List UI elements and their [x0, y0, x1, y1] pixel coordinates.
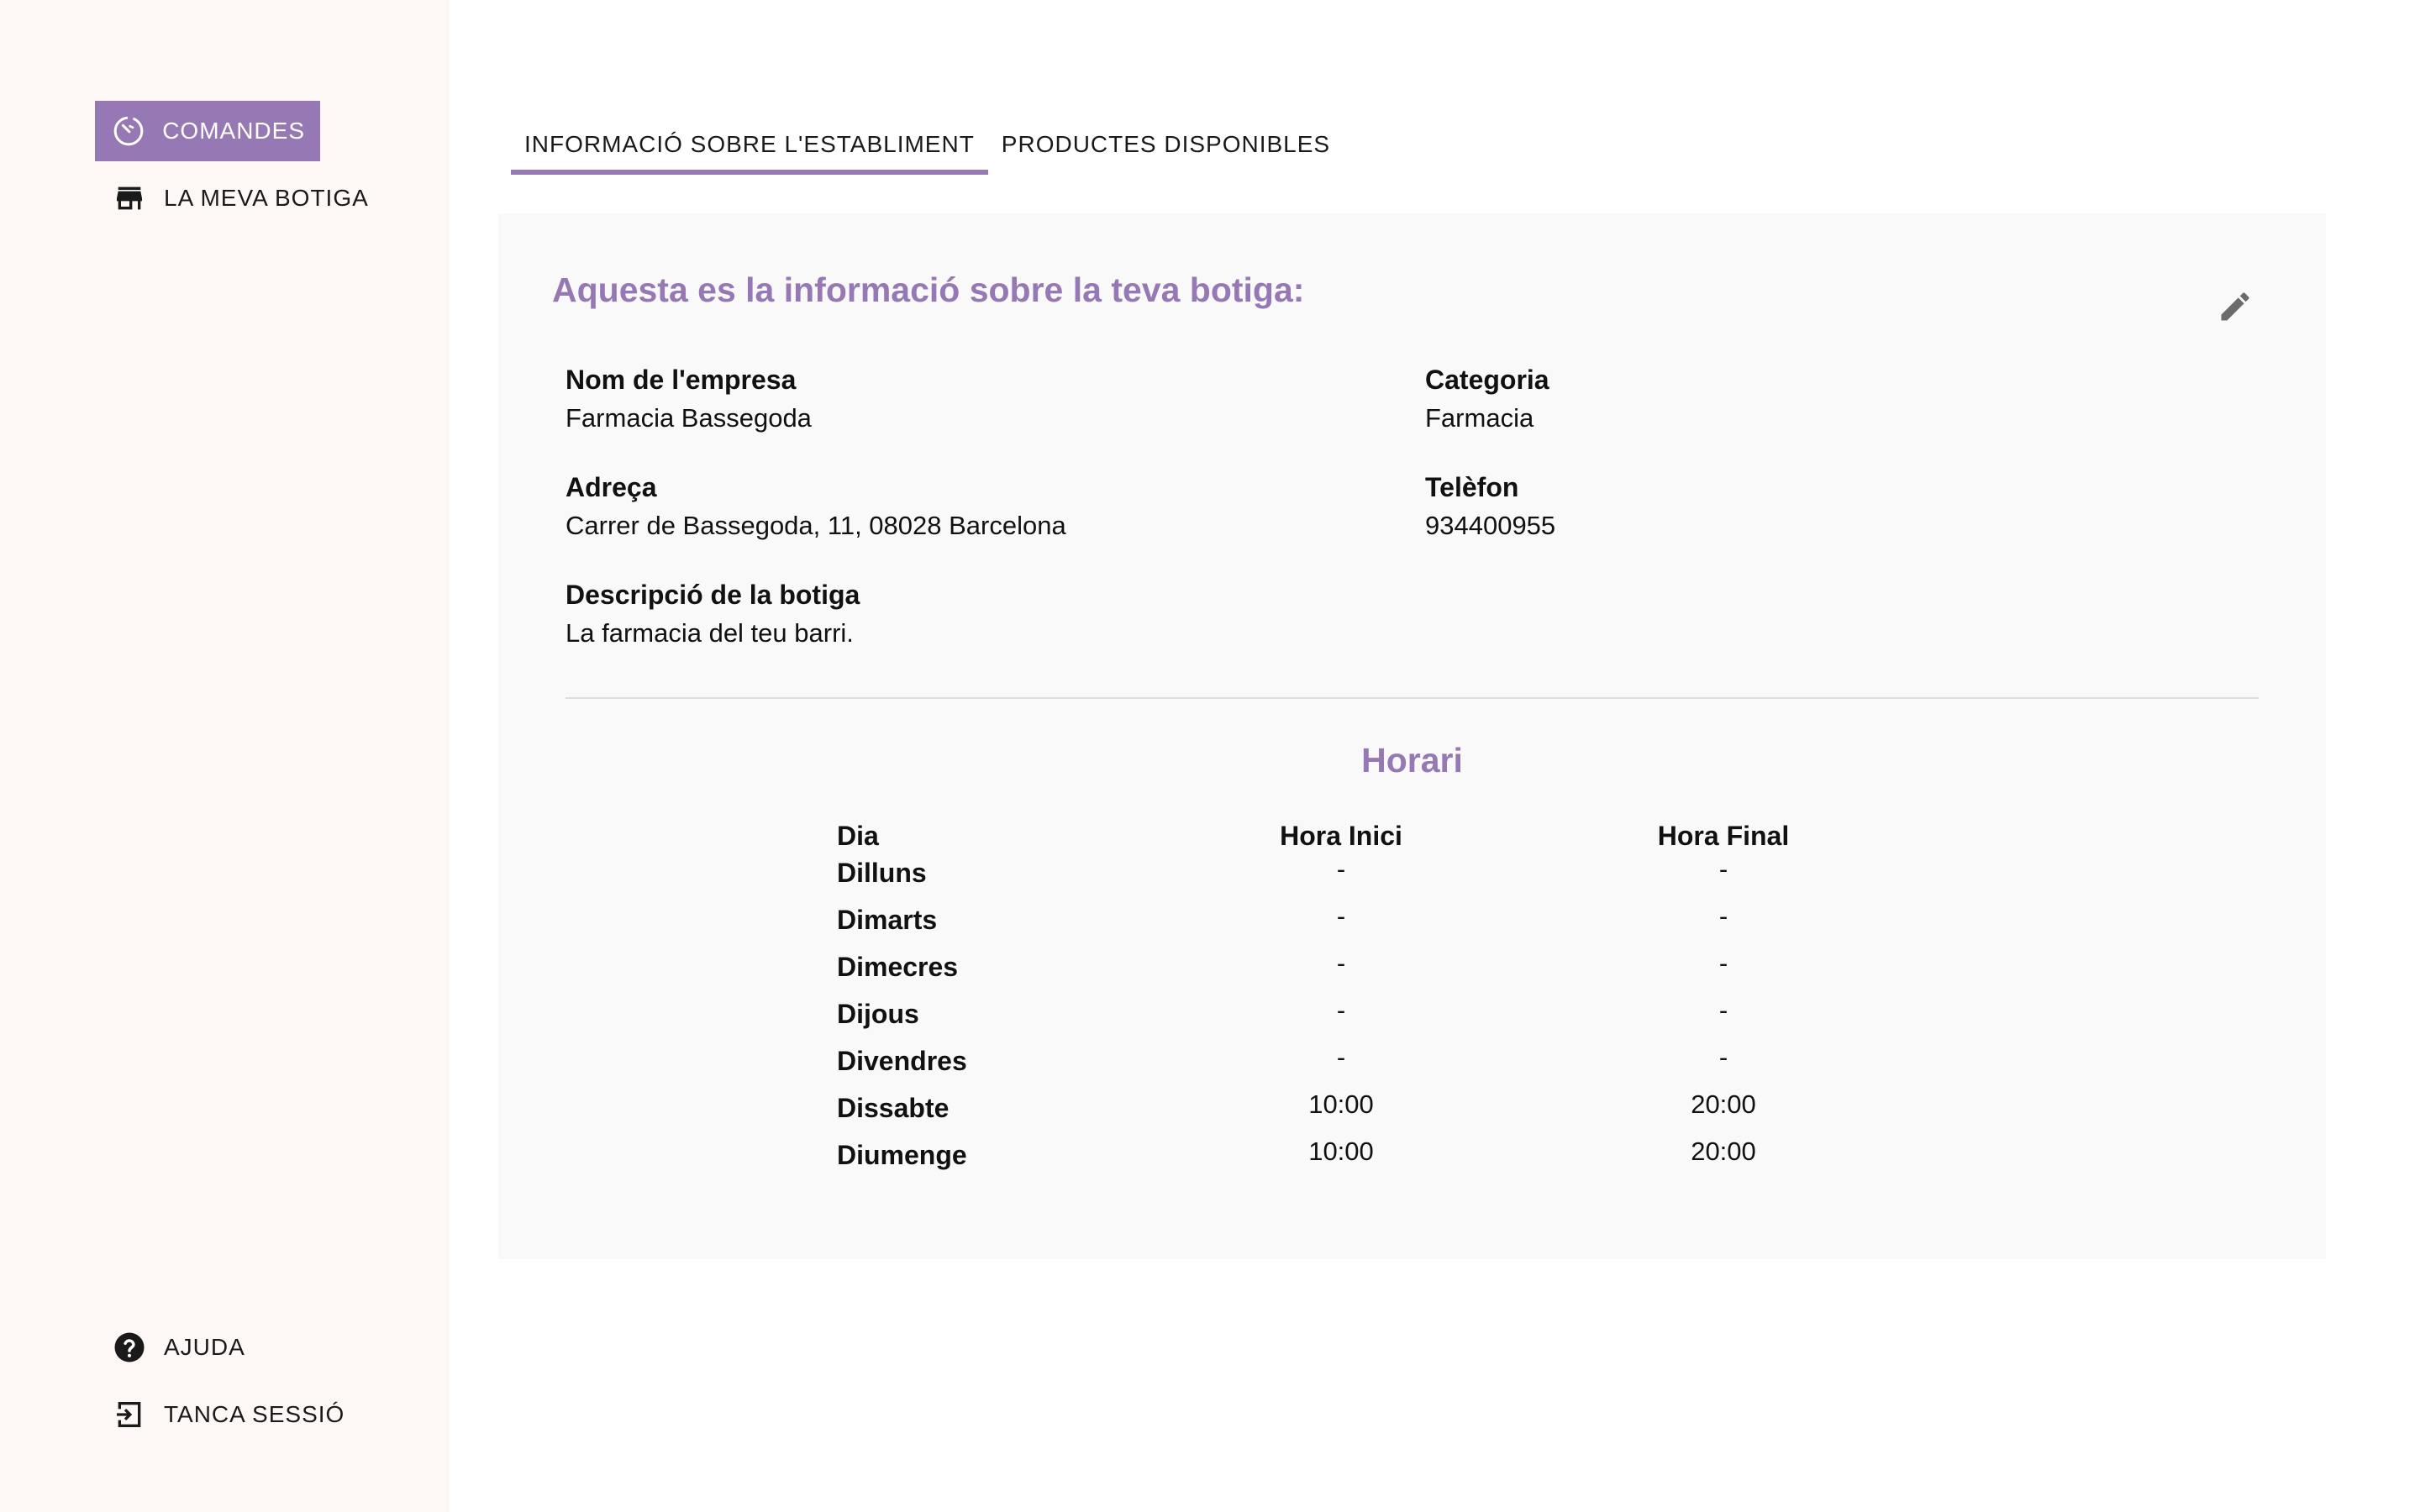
divider	[566, 697, 2259, 699]
day-name: Dissabte	[837, 1093, 950, 1123]
end-time: 20:00	[1691, 1089, 1756, 1119]
field-categoria: Categoria Farmacia	[1425, 361, 1549, 438]
day-name: Diumenge	[837, 1140, 967, 1170]
sidebar-item-ajuda[interactable]: AJUDA	[95, 1317, 260, 1378]
sidebar-item-label: AJUDA	[164, 1334, 245, 1360]
day-name: Dimecres	[837, 952, 959, 982]
end-time: -	[1718, 995, 1728, 1025]
schedule-row: Dissabte 10:00 20:00	[837, 1089, 2013, 1127]
field-value: Carrer de Bassegoda, 11, 08028 Barcelona	[566, 511, 1066, 540]
sidebar-item-tanca-sessio[interactable]: TANCA SESSIÓ	[95, 1384, 360, 1445]
field-telefon: Telèfon 934400955	[1425, 469, 1555, 546]
field-label: Nom de l'empresa	[566, 365, 797, 395]
schedule-row: Dimarts - -	[837, 900, 2013, 939]
help-icon	[112, 1330, 147, 1365]
schedule-title: Horari	[1361, 741, 1463, 780]
end-time: 20:00	[1691, 1137, 1756, 1166]
app-root: COMANDES LA MEVA BOTIGA AJUDA TANCA SESS…	[0, 0, 2420, 1512]
end-time: -	[1718, 948, 1728, 978]
end-time: -	[1718, 901, 1728, 931]
column-header-dia: Dia	[837, 821, 879, 851]
day-name: Dimarts	[837, 905, 938, 935]
tab-label: PRODUCTES DISPONIBLES	[1001, 131, 1331, 157]
end-time: -	[1718, 854, 1728, 884]
start-time: -	[1336, 901, 1346, 931]
start-time: -	[1336, 995, 1346, 1025]
schedule-row: Dijous - -	[837, 995, 2013, 1033]
sidebar-item-label: LA MEVA BOTIGA	[164, 185, 369, 211]
store-icon	[112, 181, 147, 216]
logout-icon	[112, 1397, 147, 1432]
field-value: Farmacia Bassegoda	[566, 403, 812, 433]
end-time: -	[1718, 1042, 1728, 1072]
field-value: Farmacia	[1425, 403, 1534, 433]
start-time: -	[1336, 854, 1346, 884]
day-name: Dilluns	[837, 858, 927, 888]
field-value: 934400955	[1425, 511, 1556, 540]
sidebar-item-label: COMANDES	[162, 118, 305, 144]
start-time: 10:00	[1308, 1089, 1374, 1119]
sidebar-item-comandes[interactable]: COMANDES	[95, 101, 320, 161]
field-descripcio: Descripció de la botiga La farmacia del …	[566, 576, 860, 654]
sidebar: COMANDES LA MEVA BOTIGA AJUDA TANCA SESS…	[0, 0, 450, 1512]
tab-label: INFORMACIÓ SOBRE L'ESTABLIMENT	[524, 131, 975, 157]
field-value: La farmacia del teu barri.	[566, 618, 854, 648]
schedule-row: Dilluns - -	[837, 853, 2013, 892]
sidebar-item-label: TANCA SESSIÓ	[164, 1401, 345, 1427]
field-label: Adreça	[566, 472, 657, 502]
orders-timer-icon	[112, 113, 145, 149]
field-nom-empresa: Nom de l'empresa Farmacia Bassegoda	[566, 361, 812, 438]
edit-pencil-icon	[2217, 288, 2254, 329]
start-time: -	[1336, 1042, 1346, 1072]
field-adreca: Adreça Carrer de Bassegoda, 11, 08028 Ba…	[566, 469, 1066, 546]
schedule-row: Diumenge 10:00 20:00	[837, 1136, 2013, 1174]
card-title: Aquesta es la informació sobre la teva b…	[552, 270, 1305, 309]
field-label: Descripció de la botiga	[566, 580, 860, 610]
tab-informacio-establiment[interactable]: INFORMACIÓ SOBRE L'ESTABLIMENT	[511, 114, 988, 175]
tab-productes-disponibles[interactable]: PRODUCTES DISPONIBLES	[988, 114, 1344, 175]
sidebar-item-la-meva-botiga[interactable]: LA MEVA BOTIGA	[95, 168, 384, 228]
schedule-row: Divendres - -	[837, 1042, 2013, 1080]
edit-button[interactable]	[2212, 286, 2258, 331]
schedule-row: Dimecres - -	[837, 948, 2013, 986]
store-info-card: Aquesta es la informació sobre la teva b…	[498, 213, 2326, 1259]
start-time: -	[1336, 948, 1346, 978]
field-label: Categoria	[1425, 365, 1549, 395]
day-name: Divendres	[837, 1046, 967, 1076]
start-time: 10:00	[1308, 1137, 1374, 1166]
day-name: Dijous	[837, 999, 919, 1029]
tab-bar: INFORMACIÓ SOBRE L'ESTABLIMENT PRODUCTES…	[511, 114, 1344, 175]
field-label: Telèfon	[1425, 472, 1519, 502]
